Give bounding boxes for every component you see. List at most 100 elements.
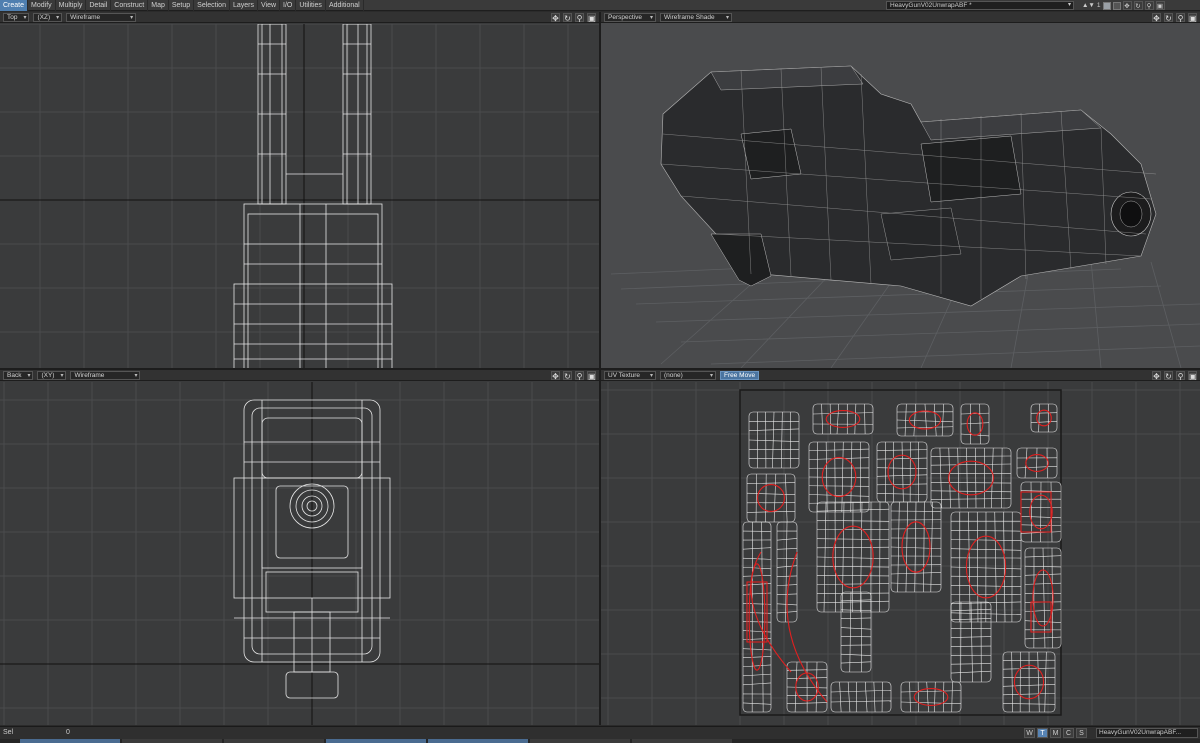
- uv-island: [840, 591, 872, 673]
- menu-tab-selection[interactable]: Selection: [194, 0, 230, 11]
- uv-edge: [1042, 547, 1046, 649]
- uv-edge: [808, 485, 870, 487]
- uv-edge: [930, 455, 1012, 457]
- move-icon[interactable]: ✥: [1122, 1, 1132, 10]
- uv-edge: [742, 664, 772, 668]
- uv-edge: [840, 627, 872, 630]
- strip-button[interactable]: [428, 739, 528, 743]
- uv-edge: [1024, 573, 1062, 576]
- uv-edge: [821, 403, 823, 435]
- menu-tab-detail[interactable]: Detail: [86, 0, 112, 11]
- menu-tab-view[interactable]: View: [258, 0, 281, 11]
- view-type-dropdown[interactable]: Perspective: [604, 12, 656, 22]
- menu-tab-utilities[interactable]: Utilities: [296, 0, 326, 11]
- rotate-icon[interactable]: ↻: [1133, 1, 1143, 10]
- uv-edge: [854, 403, 857, 435]
- strip-button[interactable]: [224, 739, 324, 743]
- viewport-tools: ✥ ↻ ⚲ ▣: [551, 13, 596, 23]
- uv-edge: [994, 511, 997, 623]
- zoom-icon[interactable]: ⚲: [1176, 371, 1185, 381]
- viewport-back[interactable]: Back (XY) Wireframe ✥ ↻ ⚲ ▣: [0, 370, 599, 725]
- zoom-icon[interactable]: ⚲: [575, 13, 584, 23]
- zoom-icon[interactable]: ⚲: [1176, 13, 1185, 23]
- strip-button[interactable]: [20, 739, 120, 743]
- object-select[interactable]: HeavyGunV02UnwrapABF * ▾: [886, 1, 1074, 10]
- color-map-button[interactable]: C: [1063, 728, 1074, 738]
- menu-tab-layers[interactable]: Layers: [230, 0, 258, 11]
- uv-edge: [1011, 651, 1013, 713]
- move-icon[interactable]: ✥: [551, 13, 560, 23]
- uv-seam: [887, 454, 917, 490]
- menu-tab-additional[interactable]: Additional: [326, 0, 364, 11]
- menu-tab-create[interactable]: Create: [0, 0, 29, 11]
- weight-map-button[interactable]: W: [1024, 728, 1035, 738]
- move-icon[interactable]: ✥: [1152, 13, 1161, 23]
- maximize-icon[interactable]: ▣: [587, 13, 596, 23]
- strip-button[interactable]: [122, 739, 222, 743]
- menu-tab-io[interactable]: I/O: [280, 0, 297, 11]
- axes-dropdown[interactable]: (XY): [37, 370, 67, 380]
- menu-tab-construct[interactable]: Construct: [111, 0, 149, 11]
- layer-bg-box[interactable]: [1112, 1, 1121, 10]
- render-mode-dropdown[interactable]: Wireframe: [66, 12, 137, 22]
- zoom-icon[interactable]: ⚲: [575, 371, 584, 381]
- view-type-dropdown[interactable]: Back: [3, 370, 34, 380]
- rotate-icon[interactable]: ↻: [1164, 13, 1173, 23]
- view-type-dropdown[interactable]: UV Texture: [604, 370, 656, 380]
- gun-top-wireframe: [233, 24, 393, 368]
- maximize-icon[interactable]: ▣: [587, 371, 596, 381]
- rotate-icon[interactable]: ↻: [563, 371, 572, 381]
- uv-edge: [926, 681, 929, 713]
- uv-edge: [960, 422, 990, 425]
- zoom-icon[interactable]: ⚲: [1144, 1, 1154, 10]
- menu-tab-setup[interactable]: Setup: [169, 0, 195, 11]
- uv-canvas: [601, 382, 1200, 725]
- uv-edge: [829, 403, 832, 435]
- viewport-header: UV Texture (none) Free Move: [601, 370, 1200, 381]
- uv-edge: [840, 661, 872, 664]
- uv-map-select[interactable]: HeavyGunV02UnwrapABF...: [1096, 728, 1198, 738]
- strip-button[interactable]: [632, 739, 732, 743]
- menu-tab-multiply[interactable]: Multiply: [56, 0, 87, 11]
- uv-edge: [942, 681, 945, 713]
- strip-button[interactable]: [530, 739, 630, 743]
- top-wireframe-canvas: [0, 24, 599, 368]
- menu-tab-modify[interactable]: Modify: [28, 0, 56, 11]
- uv-edge: [849, 591, 852, 673]
- uv-edge: [979, 403, 981, 445]
- viewport-uv-texture[interactable]: UV Texture (none) Free Move ✥ ↻ ⚲ ▣: [601, 370, 1200, 725]
- axes-dropdown[interactable]: (XZ): [33, 12, 63, 22]
- uv-edge: [1016, 466, 1058, 469]
- uv-edge: [909, 681, 911, 713]
- layer-arrows-icon[interactable]: ▲▼: [1082, 2, 1095, 9]
- render-mode-dropdown[interactable]: Wireframe Shade: [660, 12, 732, 22]
- perspective-canvas: [610, 65, 1200, 368]
- maximize-icon[interactable]: ▣: [1188, 371, 1197, 381]
- texture-map-button[interactable]: T: [1037, 728, 1048, 738]
- viewport-top[interactable]: Top (XZ) Wireframe ✥ ↻ ⚲ ▣: [0, 12, 599, 368]
- uv-edge: [781, 411, 783, 469]
- rotate-icon[interactable]: ↻: [1164, 371, 1173, 381]
- free-move-toggle[interactable]: Free Move: [720, 370, 760, 380]
- viewport-perspective[interactable]: Perspective Wireframe Shade ✥ ↻ ⚲ ▣: [601, 12, 1200, 368]
- uv-island: [746, 473, 796, 523]
- uv-map-dropdown[interactable]: (none): [660, 370, 716, 380]
- maximize-icon[interactable]: ▣: [1155, 1, 1165, 10]
- uv-edge: [1024, 620, 1062, 623]
- move-icon[interactable]: ✥: [551, 371, 560, 381]
- render-mode-dropdown[interactable]: Wireframe: [70, 370, 141, 380]
- move-icon[interactable]: ✥: [1152, 371, 1161, 381]
- strip-button[interactable]: [326, 739, 426, 743]
- menu-tab-map[interactable]: Map: [148, 0, 169, 11]
- rotate-icon[interactable]: ↻: [563, 13, 572, 23]
- uv-edge: [776, 584, 798, 586]
- viewport-tools: ✥ ↻ ⚲ ▣: [1152, 371, 1197, 381]
- uv-edge: [773, 473, 777, 523]
- morph-map-button[interactable]: M: [1050, 728, 1061, 738]
- selection-set-button[interactable]: S: [1076, 728, 1087, 738]
- uv-edge: [776, 575, 798, 577]
- view-type-dropdown[interactable]: Top: [3, 12, 30, 22]
- layer-fg-box[interactable]: [1102, 1, 1111, 10]
- maximize-icon[interactable]: ▣: [1188, 13, 1197, 23]
- gun-3d-model: [660, 65, 1157, 307]
